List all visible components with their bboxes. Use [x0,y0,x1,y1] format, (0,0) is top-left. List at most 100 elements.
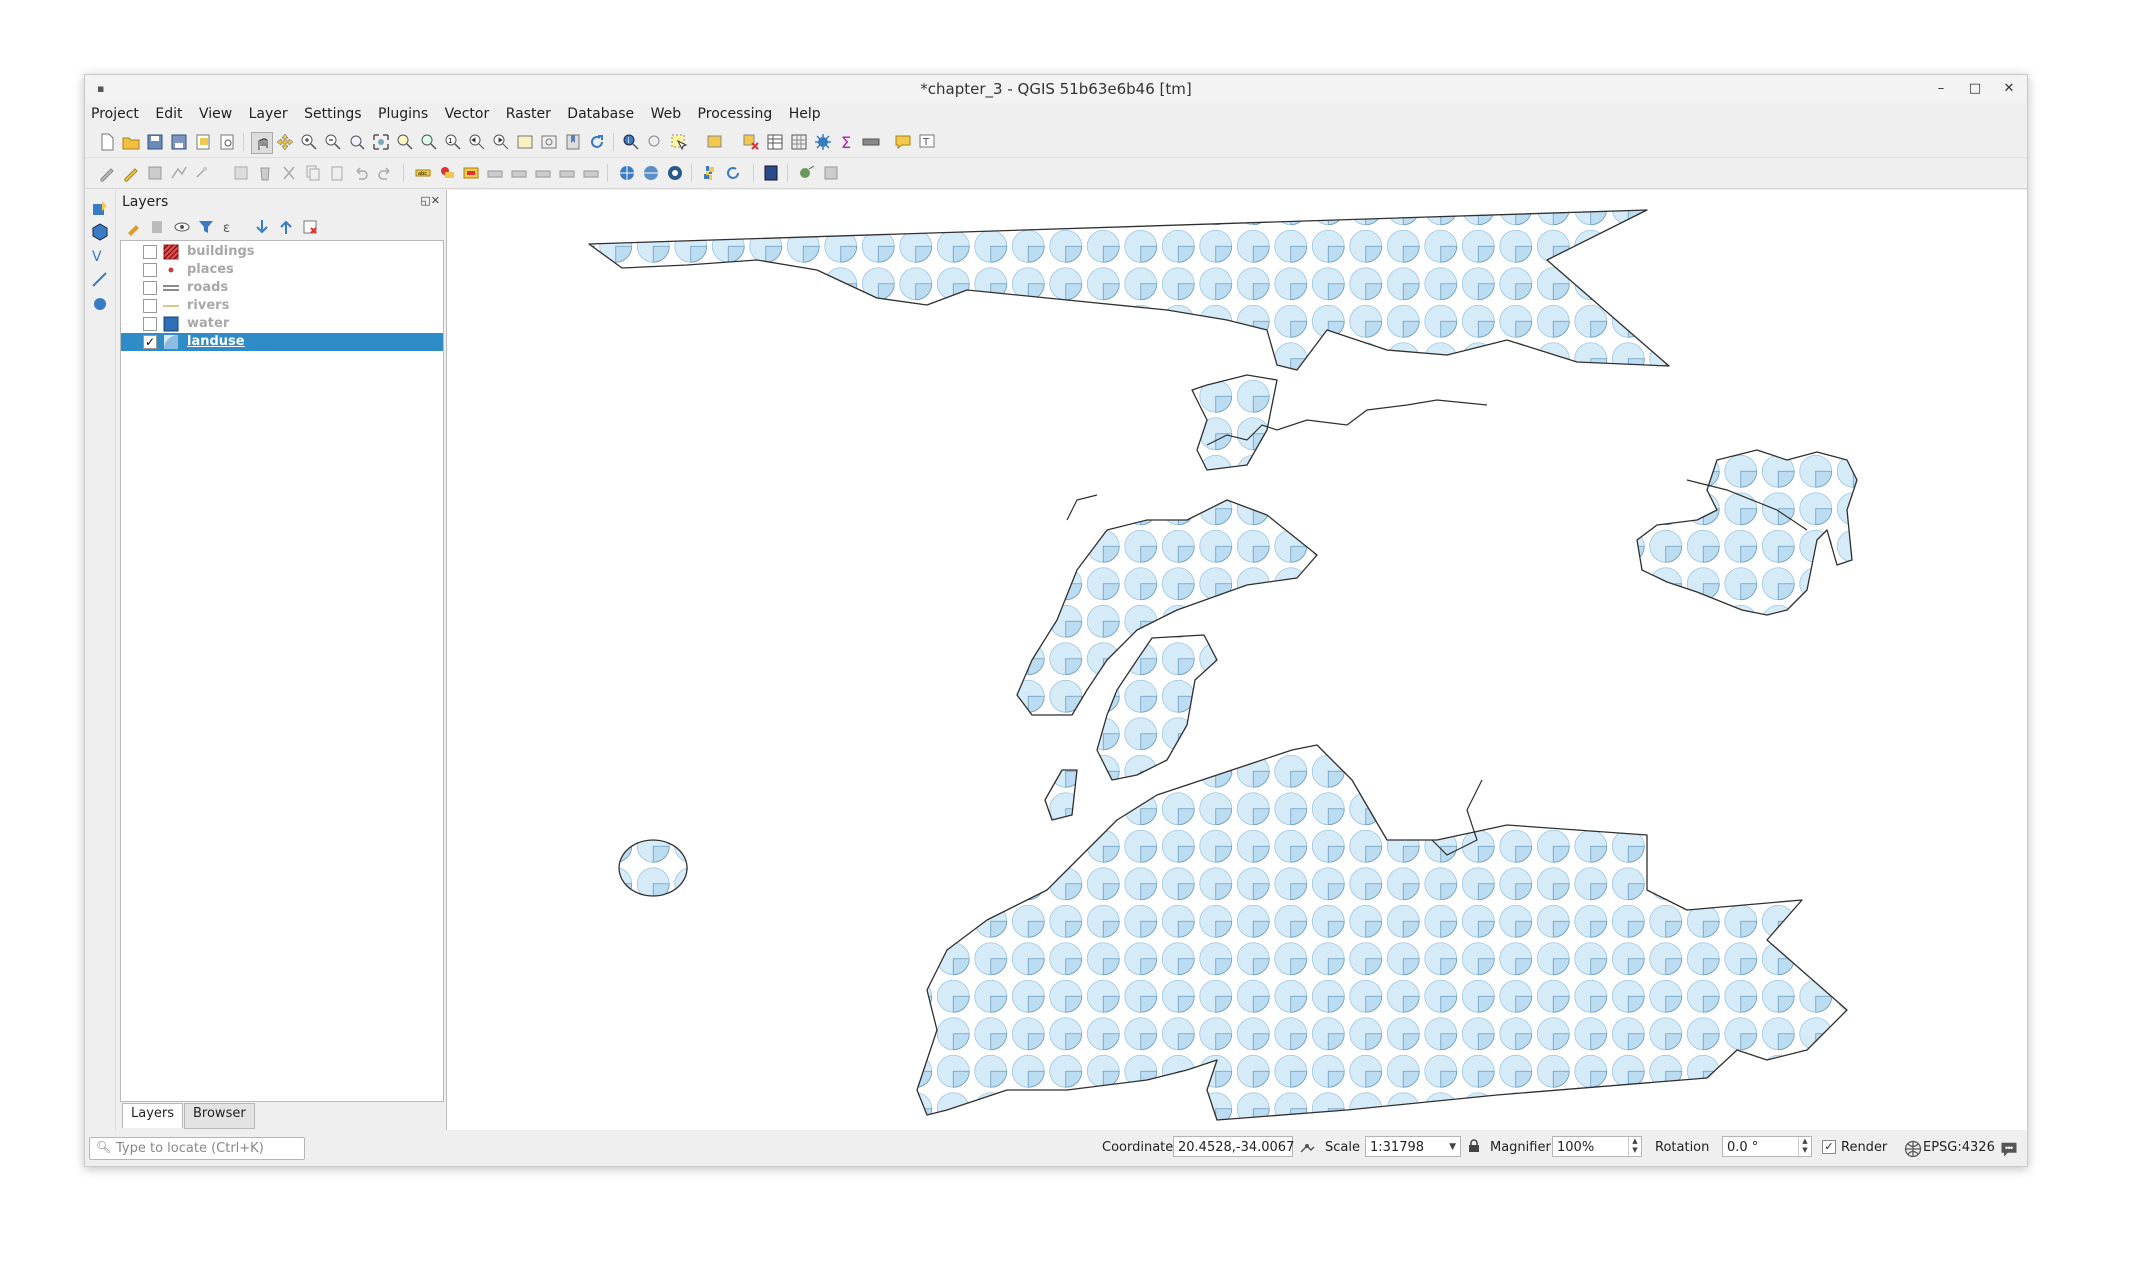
identify-features-icon[interactable]: i [621,132,641,152]
toggle-extents-icon[interactable] [1297,1138,1315,1156]
refresh-icon[interactable] [587,132,607,152]
label-properties-icon[interactable] [581,163,601,183]
menu-vector[interactable]: Vector [439,103,496,122]
open-project-icon[interactable] [121,132,141,152]
field-calculator-icon[interactable] [789,132,809,152]
toggle-editing-icon[interactable] [121,163,141,183]
map-canvas[interactable] [446,190,2027,1131]
digitize-icon[interactable] [169,163,189,183]
zoom-next-icon[interactable] [491,132,511,152]
add-group-icon[interactable] [148,217,168,237]
plugin-reload-icon[interactable] [723,163,743,183]
select-by-value-icon[interactable] [705,132,725,152]
menu-processing[interactable]: Processing [692,103,779,122]
menu-settings[interactable]: Settings [298,103,367,122]
layer-row-places[interactable]: places [121,261,443,279]
vertex-tool-icon[interactable] [193,163,213,183]
zoom-to-selection-icon[interactable] [395,132,415,152]
crs-label[interactable]: EPSG:4326 [1923,1140,1995,1155]
current-edits-icon[interactable] [97,163,117,183]
menu-edit[interactable]: Edit [149,103,188,122]
processing-toolbox-icon[interactable] [813,132,833,152]
menu-database[interactable]: Database [561,103,640,122]
zoom-full-icon[interactable] [371,132,391,152]
layer-row-buildings[interactable]: buildings [121,243,443,261]
save-as-icon[interactable] [169,132,189,152]
save-edits-icon[interactable] [145,163,165,183]
metasearch-icon[interactable] [617,163,637,183]
menu-help[interactable]: Help [783,103,827,122]
tab-layers[interactable]: Layers [122,1103,184,1128]
zoom-in-icon[interactable] [299,132,319,152]
remove-layer-icon[interactable] [300,217,320,237]
zoom-rubber-icon[interactable] [347,132,367,152]
cut-features-icon[interactable] [279,163,299,183]
layer-row-roads[interactable]: roads [121,279,443,297]
copy-features-icon[interactable] [303,163,323,183]
deselect-all-icon[interactable] [741,132,761,152]
help-book-icon[interactable] [761,163,781,183]
georeferencer-icon[interactable] [797,163,817,183]
map-tips-icon[interactable] [893,132,913,152]
filter-legend-icon[interactable] [196,217,216,237]
render-checkbox[interactable]: ✓ [1822,1140,1836,1154]
coordinate-field[interactable]: 20.4528,-34.0067 [1173,1136,1294,1157]
pan-to-selection-icon[interactable] [275,132,295,152]
new-print-layout-icon[interactable] [193,132,213,152]
maximize-button[interactable]: □ [1961,77,1989,101]
rotation-field[interactable]: 0.0 ° ▲ ▼ [1722,1136,1812,1157]
text-annotation-icon[interactable]: T [917,132,937,152]
magnifier-spinner[interactable]: ▲ ▼ [1628,1137,1641,1156]
delete-selected-icon[interactable] [255,163,275,183]
add-vector-layer-icon[interactable]: V [90,246,110,266]
layer-visibility-checkbox[interactable] [143,245,157,259]
magnifier-field[interactable]: 100% ▲ ▼ [1552,1136,1642,1157]
redo-icon[interactable] [375,163,395,183]
lock-scale-icon[interactable] [1468,1139,1480,1153]
manage-visibility-icon[interactable] [172,217,192,237]
label-tool-icon[interactable]: abc [413,163,433,183]
change-label-icon[interactable] [533,163,553,183]
bookmarks-icon[interactable] [563,132,583,152]
layer-row-landuse[interactable]: ✓ landuse [121,333,443,351]
pin-labels-icon[interactable] [437,163,457,183]
data-source-manager-icon[interactable] [90,198,110,218]
new-geopackage-layer-icon[interactable] [90,222,110,242]
run-feature-action-icon[interactable] [645,132,665,152]
modify-attributes-icon[interactable] [231,163,251,183]
menu-layer[interactable]: Layer [243,103,294,122]
web-services-icon[interactable] [641,163,661,183]
expand-all-icon[interactable] [252,217,272,237]
add-delimited-text-icon[interactable] [90,270,110,290]
rotation-spinner[interactable]: ▲ ▼ [1798,1137,1811,1156]
globe-plugin-icon[interactable] [665,163,685,183]
menu-web[interactable]: Web [645,103,688,122]
move-label-icon[interactable] [485,163,505,183]
zoom-native-icon[interactable]: 1 [443,132,463,152]
statistical-summary-icon[interactable]: Σ [837,132,857,152]
collapse-all-icon[interactable] [276,217,296,237]
highlight-labels-icon[interactable] [461,163,481,183]
layer-visibility-checkbox[interactable] [143,281,157,295]
filter-expression-icon[interactable]: ε [220,217,240,237]
select-features-icon[interactable] [669,132,689,152]
minimize-button[interactable]: – [1927,77,1955,101]
layout-designer-icon[interactable] [821,163,841,183]
rotate-label-icon[interactable] [509,163,529,183]
python-console-icon[interactable] [699,163,719,183]
messages-icon[interactable] [1999,1139,2017,1157]
menu-raster[interactable]: Raster [500,103,557,122]
locator-bar[interactable]: 🔍︎ [89,1137,305,1160]
temporal-controller-icon[interactable] [539,132,559,152]
layer-visibility-checkbox[interactable]: ✓ [143,335,157,349]
paste-features-icon[interactable] [327,163,347,183]
locator-input[interactable] [114,1139,304,1158]
layout-manager-icon[interactable] [217,132,237,152]
menu-plugins[interactable]: Plugins [372,103,434,122]
zoom-out-icon[interactable] [323,132,343,152]
add-wms-layer-icon[interactable] [90,294,110,314]
layer-visibility-checkbox[interactable] [143,317,157,331]
zoom-to-layer-icon[interactable] [419,132,439,152]
layer-row-water[interactable]: water [121,315,443,333]
scale-combobox[interactable]: 1:31798 ▼ [1365,1136,1461,1157]
